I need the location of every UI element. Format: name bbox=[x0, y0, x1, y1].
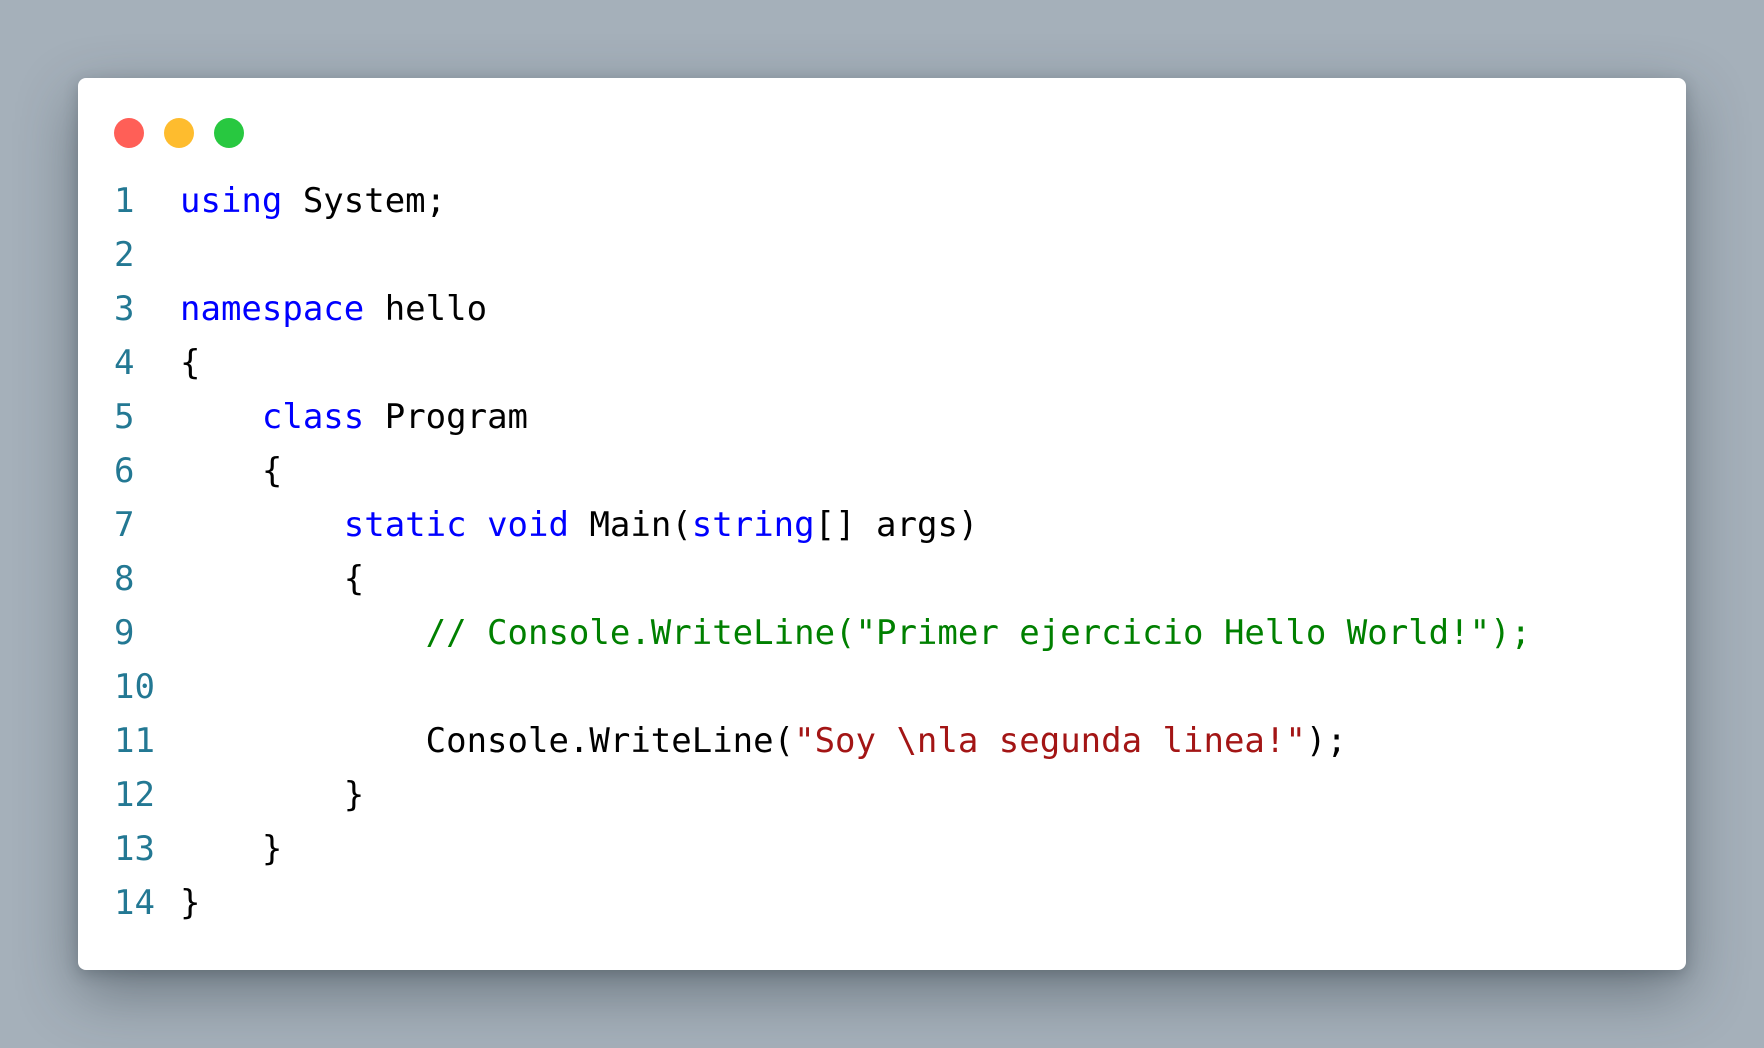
code-line: 13 } bbox=[114, 822, 1666, 876]
maximize-dot-icon[interactable] bbox=[214, 118, 244, 148]
line-number: 14 bbox=[114, 883, 155, 923]
code-token: } bbox=[180, 883, 201, 923]
code-token: namespace bbox=[180, 289, 365, 329]
code-text: class Program bbox=[180, 390, 528, 444]
line-number: 6 bbox=[114, 451, 135, 491]
line-number: 8 bbox=[114, 559, 135, 599]
code-line: 14} bbox=[114, 876, 1666, 930]
code-token: } bbox=[180, 829, 283, 869]
code-text: Console.WriteLine("Soy \nla segunda line… bbox=[180, 714, 1347, 768]
code-token: { bbox=[180, 559, 365, 599]
code-token: void bbox=[487, 505, 569, 545]
code-line: 11 Console.WriteLine("Soy \nla segunda l… bbox=[114, 714, 1666, 768]
code-token: static bbox=[343, 505, 467, 545]
line-number: 13 bbox=[114, 829, 155, 869]
code-token: Program bbox=[364, 397, 529, 437]
code-line: 12 } bbox=[114, 768, 1666, 822]
code-token: { bbox=[180, 451, 283, 491]
code-text: } bbox=[180, 822, 282, 876]
line-number: 3 bbox=[114, 289, 135, 329]
code-text: { bbox=[180, 552, 364, 606]
line-number: 12 bbox=[114, 775, 155, 815]
code-token: using bbox=[180, 181, 283, 221]
code-line: 2 bbox=[114, 228, 1666, 282]
line-number: 2 bbox=[114, 235, 135, 275]
close-dot-icon[interactable] bbox=[114, 118, 144, 148]
code-token: // Console.WriteLine("Primer ejercicio H… bbox=[425, 613, 1532, 653]
line-number: 10 bbox=[114, 667, 155, 707]
code-block: 1 using System; 2 3 namespace hello 4{5 class… bbox=[114, 174, 1666, 930]
code-line: 8 { bbox=[114, 552, 1666, 606]
minimize-dot-icon[interactable] bbox=[164, 118, 194, 148]
code-text: // Console.WriteLine("Primer ejercicio H… bbox=[180, 606, 1531, 660]
code-token: [] args) bbox=[814, 505, 979, 545]
line-number: 9 bbox=[114, 613, 135, 653]
code-line: 6 { bbox=[114, 444, 1666, 498]
code-token: Main( bbox=[568, 505, 692, 545]
code-line: 9 // Console.WriteLine("Primer ejercicio… bbox=[114, 606, 1666, 660]
code-text: { bbox=[180, 444, 282, 498]
code-token: hello bbox=[364, 289, 488, 329]
line-number: 4 bbox=[114, 343, 135, 383]
code-line: 5 class Program bbox=[114, 390, 1666, 444]
line-number: 11 bbox=[114, 721, 155, 761]
code-text: using System; bbox=[180, 174, 446, 228]
code-token: class bbox=[261, 397, 365, 437]
code-window: 1 using System; 2 3 namespace hello 4{5 class… bbox=[78, 78, 1686, 970]
code-text: namespace hello bbox=[180, 282, 487, 336]
code-token: ); bbox=[1305, 721, 1347, 761]
code-token: string bbox=[691, 505, 815, 545]
code-text: } bbox=[180, 876, 200, 930]
code-line: 10 bbox=[114, 660, 1666, 714]
code-line: 1 using System; bbox=[114, 174, 1666, 228]
code-line: 7 static void Main(string[] args) bbox=[114, 498, 1666, 552]
line-number: 5 bbox=[114, 397, 135, 437]
line-number: 7 bbox=[114, 505, 135, 545]
code-text: } bbox=[180, 768, 364, 822]
line-number: 1 bbox=[114, 181, 135, 221]
code-text: { bbox=[180, 336, 200, 390]
code-token: } bbox=[180, 775, 365, 815]
code-text: static void Main(string[] args) bbox=[180, 498, 979, 552]
code-token: { bbox=[180, 343, 201, 383]
code-token: "Soy \nla segunda linea!" bbox=[794, 721, 1306, 761]
code-line: 4{ bbox=[114, 336, 1666, 390]
code-line: 3 namespace hello bbox=[114, 282, 1666, 336]
code-token: System; bbox=[282, 181, 447, 221]
code-token: Console.WriteLine( bbox=[180, 721, 795, 761]
